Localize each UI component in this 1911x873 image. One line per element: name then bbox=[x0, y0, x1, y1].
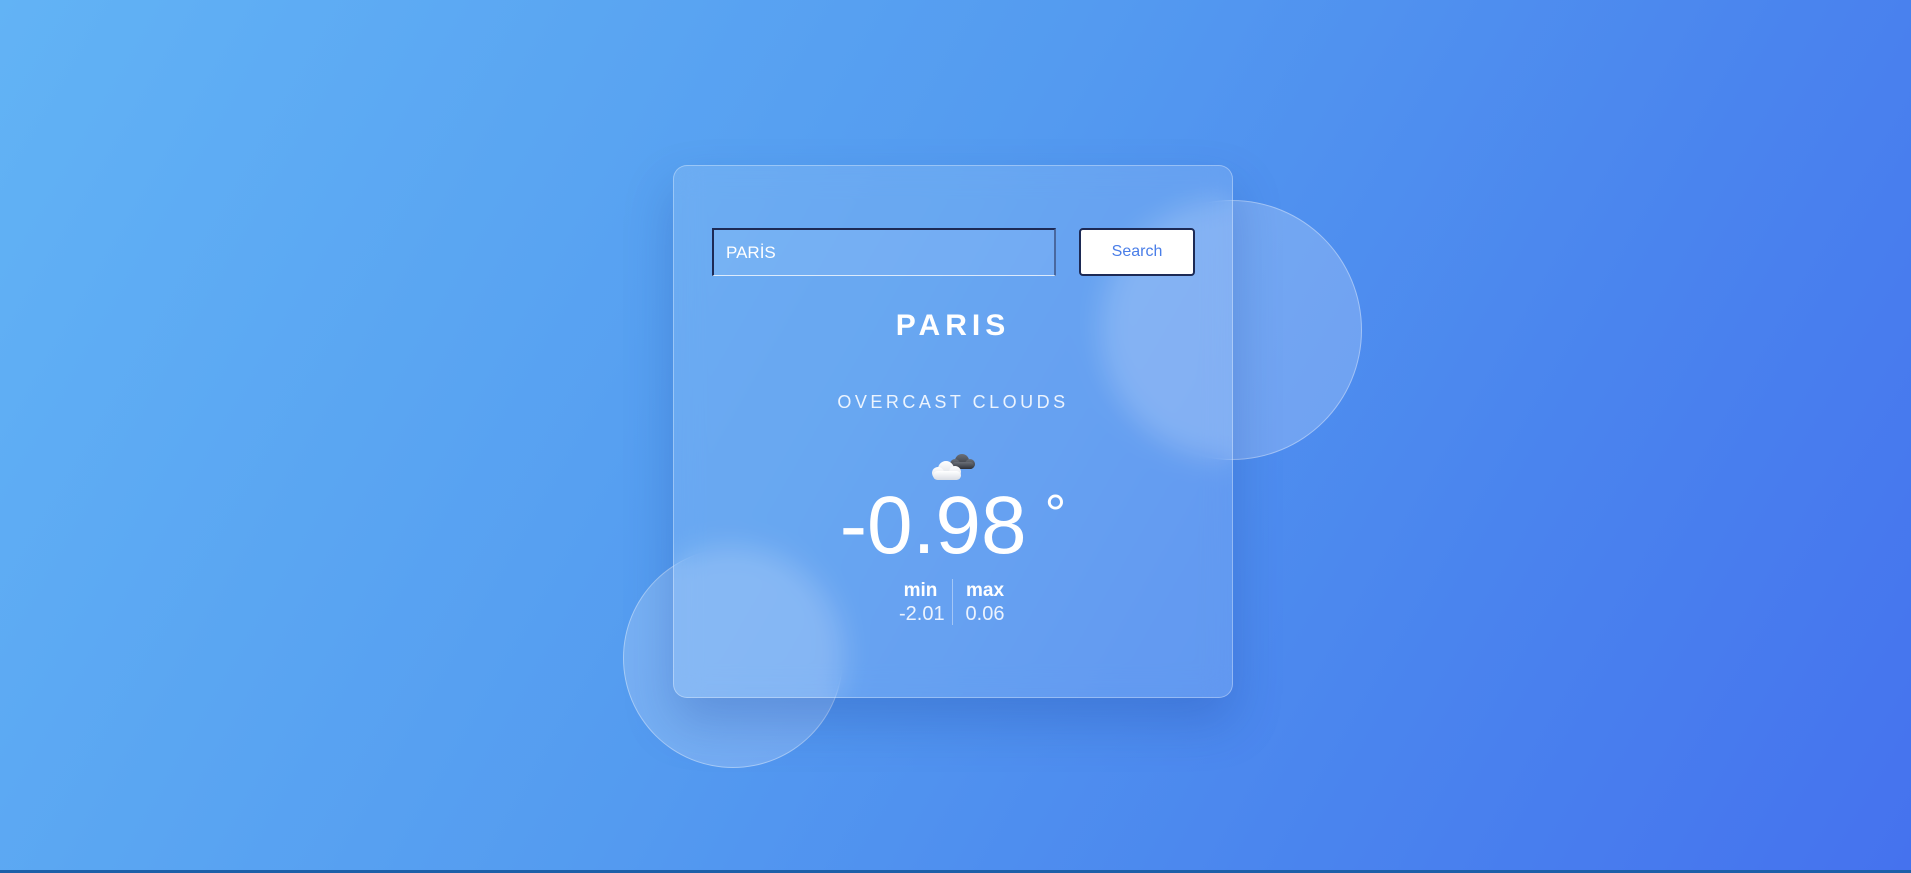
city-search-input[interactable] bbox=[712, 228, 1056, 276]
weather-card: Search PARIS OVERCAST CLOUDS bbox=[673, 165, 1233, 698]
search-bar: Search bbox=[712, 228, 1195, 276]
min-label: min bbox=[903, 580, 938, 601]
min-value: -2.01 bbox=[899, 603, 945, 625]
degree-symbol: ° bbox=[1044, 484, 1067, 544]
max-value: 0.06 bbox=[965, 603, 1005, 625]
min-temperature: min -2.01 bbox=[889, 579, 953, 625]
temperature-display: -0.98 ° bbox=[674, 476, 1232, 576]
max-label: max bbox=[965, 580, 1005, 601]
weather-description: OVERCAST CLOUDS bbox=[837, 392, 1069, 412]
temperature-value: -0.98 bbox=[839, 480, 1027, 571]
max-temperature: max 0.06 bbox=[953, 579, 1017, 625]
search-button[interactable]: Search bbox=[1079, 228, 1195, 276]
city-name: PARIS bbox=[895, 309, 1011, 342]
min-max-panel: min -2.01 max 0.06 bbox=[674, 579, 1232, 625]
